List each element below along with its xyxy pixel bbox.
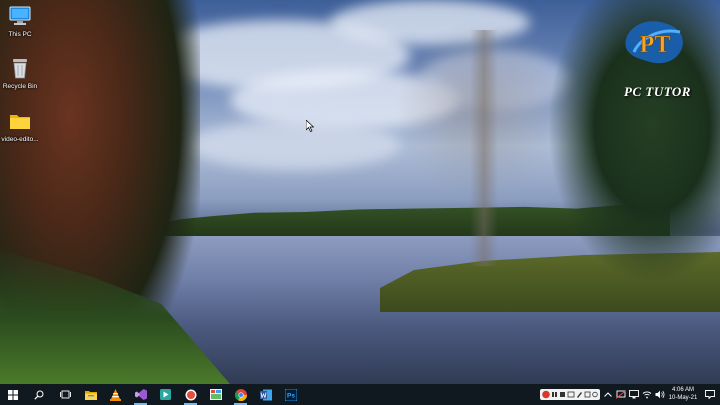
desktop-icon-this-pc[interactable]: This PC xyxy=(2,4,38,38)
windows-start-icon xyxy=(8,389,18,400)
recorder-toolbar[interactable] xyxy=(539,384,601,405)
visual-studio-icon xyxy=(134,389,147,400)
search-button[interactable] xyxy=(26,384,52,405)
show-hidden-icons-button[interactable] xyxy=(601,384,614,405)
logo-monogram: PT xyxy=(640,32,671,58)
notification-icon xyxy=(705,390,715,399)
usb-icon xyxy=(615,390,626,399)
recycle-bin-icon xyxy=(8,56,32,80)
action-center-button[interactable] xyxy=(700,384,720,405)
pt-monogram-icon: PT xyxy=(625,21,683,64)
folder-icon xyxy=(8,109,32,133)
taskbar-clock[interactable]: 4:06 AM 10-May-21 xyxy=(666,387,700,402)
desktop-icon-label: video-edito... xyxy=(1,136,39,143)
taskbar-app-chrome[interactable] xyxy=(228,384,253,405)
chevron-up-icon xyxy=(603,392,612,397)
network-icon xyxy=(642,391,651,399)
taskbar-app-screen-recorder[interactable] xyxy=(178,384,203,405)
taskbar: Ps 4:06 AM 10-May-21 xyxy=(0,384,720,405)
desktop-icon-label: Recycle Bin xyxy=(2,83,38,90)
clock-time: 4:06 AM xyxy=(671,387,694,393)
taskbar-app-vlc[interactable] xyxy=(103,384,128,405)
tray-volume[interactable] xyxy=(653,384,666,405)
volume-icon xyxy=(655,390,664,399)
taskbar-app-media-player[interactable] xyxy=(153,384,178,405)
desktop-icon-label: This PC xyxy=(8,31,32,38)
taskbar-app-visual-studio[interactable] xyxy=(128,384,153,405)
start-button[interactable] xyxy=(0,384,26,405)
task-view-button[interactable] xyxy=(52,384,78,405)
chrome-icon xyxy=(234,388,247,401)
taskbar-app-photoshop[interactable]: Ps xyxy=(278,384,303,405)
task-view-icon xyxy=(59,390,71,399)
clock-date: 10-May-21 xyxy=(668,394,698,401)
system-tray: 4:06 AM 10-May-21 xyxy=(539,384,720,405)
taskbar-app-file-explorer[interactable] xyxy=(78,384,103,405)
tray-network[interactable] xyxy=(640,384,653,405)
vlc-icon xyxy=(110,388,121,401)
tray-usb[interactable] xyxy=(614,384,627,405)
file-explorer-icon xyxy=(84,390,97,400)
display-icon xyxy=(628,390,639,399)
tray-display[interactable] xyxy=(627,384,640,405)
pc-tutor-logo: PT PC TUTOR xyxy=(600,10,715,105)
desktop-icon-video-editor-folder[interactable]: video-edito... xyxy=(1,109,39,143)
photoshop-icon: Ps xyxy=(284,388,297,401)
taskbar-app-word[interactable] xyxy=(253,384,278,405)
search-icon xyxy=(34,390,44,400)
screen-recorder-icon xyxy=(185,389,196,400)
svg-text:Ps: Ps xyxy=(287,392,295,399)
desktop-icon-recycle-bin[interactable]: Recycle Bin xyxy=(2,56,38,90)
word-icon xyxy=(259,389,272,400)
mouse-cursor-icon xyxy=(306,120,314,132)
this-pc-icon xyxy=(8,4,32,28)
media-player-icon xyxy=(160,389,171,400)
logo-brand-text: PC TUTOR xyxy=(624,84,691,99)
paint-icon xyxy=(209,389,222,400)
recorder-toolbar-icon xyxy=(540,389,600,400)
taskbar-app-paint[interactable] xyxy=(203,384,228,405)
